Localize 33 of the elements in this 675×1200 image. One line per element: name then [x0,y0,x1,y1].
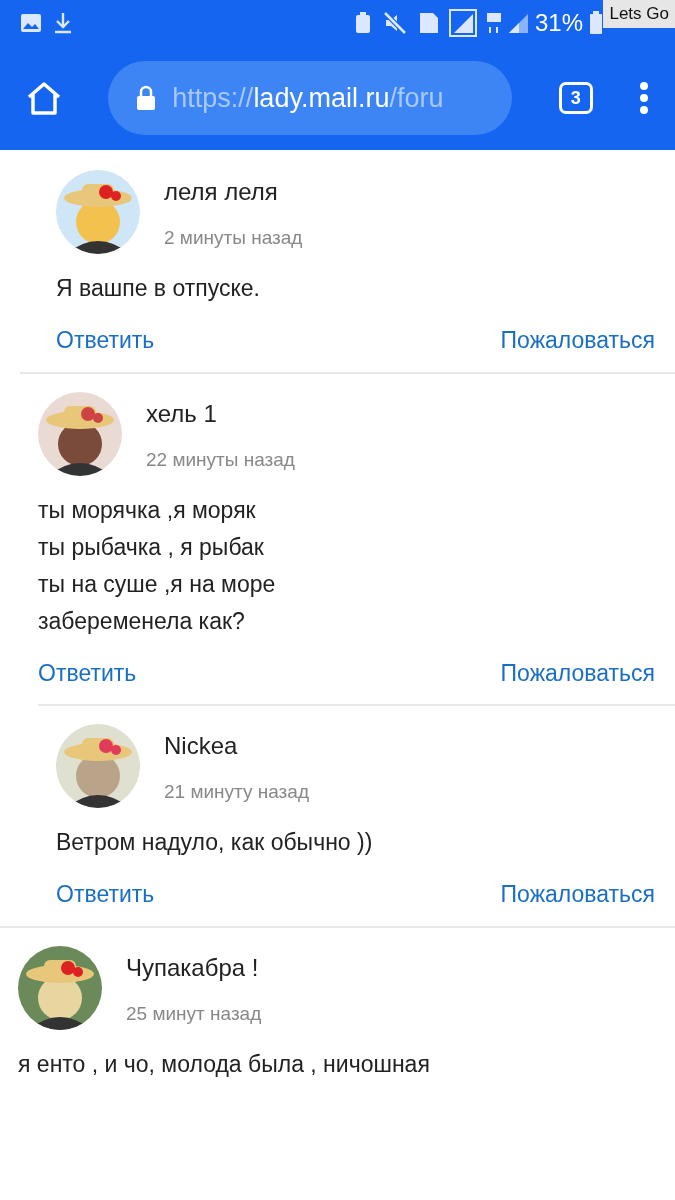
url-text: https://lady.mail.ru/foru [172,81,444,115]
report-link[interactable]: Пожаловаться [500,877,655,912]
tab-count[interactable]: 3 [558,82,593,114]
author-name: Чупакабра ! [126,952,260,983]
download-icon [54,12,72,34]
timestamp: 22 минуты назад [146,447,295,472]
report-link[interactable]: Пожаловаться [500,323,655,358]
lock-icon [136,85,157,111]
battery-percentage: 31% [534,8,583,38]
home-icon[interactable] [26,81,62,115]
timestamp: 25 минут назад [126,1001,262,1026]
reply-link[interactable]: Ответить [56,323,155,358]
author-name: Nickea [164,731,239,761]
comment-text: ты морячка ,я моряк ты рыбачка , я рыбак ты на суше ,я на море забеременела как? [38,495,277,636]
comment-text: я енто , и чо, молода была , ничошная [18,1049,431,1079]
sim-icon [418,12,439,34]
comment-text: Ветром надуло, как обычно )) [56,828,374,857]
address-bar[interactable]: https://lady.mail.ru/foru [108,61,513,135]
signal-icon [448,9,477,37]
timestamp: 2 минуты назад [164,226,303,250]
reply-link[interactable]: Ответить [38,655,137,690]
overlay-label: Lets Go [603,0,675,28]
menu-icon[interactable] [639,81,649,115]
image-icon [20,13,42,33]
mute-icon [382,11,407,35]
battery-icon [589,11,603,35]
reply-link[interactable]: Ответить [56,877,155,912]
report-link[interactable]: Пожаловаться [500,655,655,690]
author-name: леля леля [164,177,279,207]
battery-saver-icon [354,12,371,34]
timestamp: 21 минуту назад [164,780,309,804]
comment-text: Я вашпе в отпуске. [56,274,261,303]
author-name: хель 1 [146,398,218,429]
